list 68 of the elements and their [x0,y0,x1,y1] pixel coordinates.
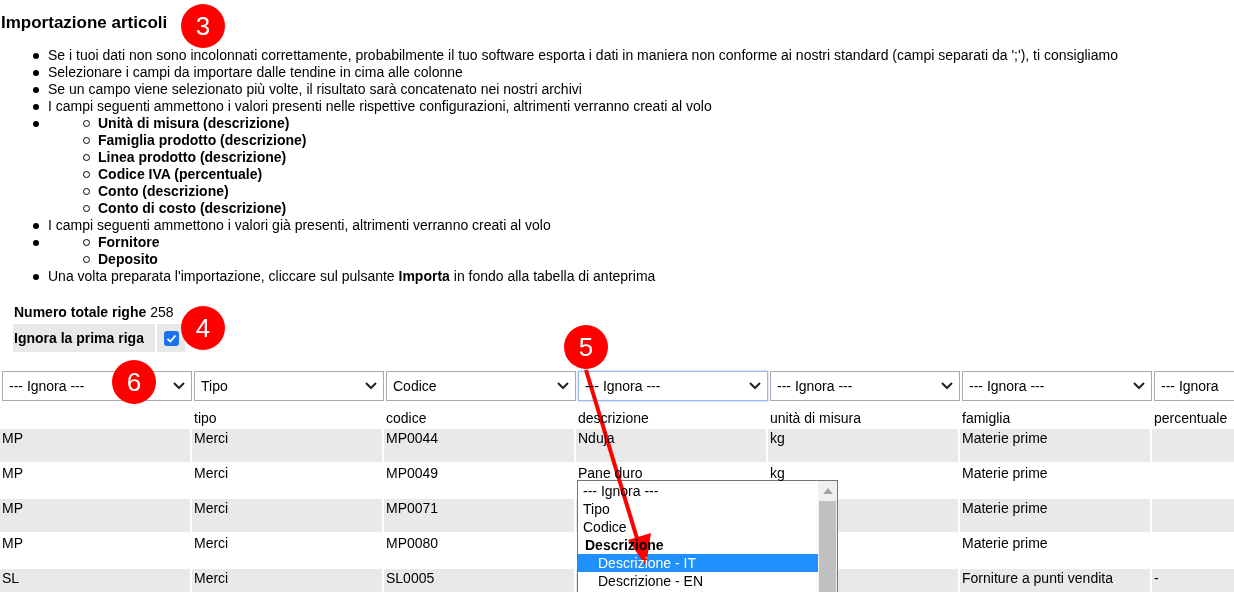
skip-first-row-checkbox[interactable] [163,330,179,346]
table-cell: Merci [192,569,382,592]
column-select[interactable]: Codice [386,371,576,401]
table-cell: MP [0,499,190,532]
bullet-icon [33,121,39,127]
annotation-marker: 6 [112,360,156,404]
table-cell: Merci [192,499,382,532]
instruction-text: I campi seguenti ammettono i valori presenti nelle rispettive configurazioni, altrimenti verranno creati al volo [48,98,712,115]
page-title: Importazione articoli [1,12,168,34]
column-select[interactable]: --- Ignora --- [962,371,1152,401]
bullet-icon [33,104,39,110]
bullet-icon [33,87,39,93]
dropdown-option[interactable]: Codice [578,518,818,536]
bullet-icon [33,274,39,280]
table-cell: MP0071 [384,499,574,532]
field-name: Deposito [98,251,158,268]
chevron-down-icon [365,382,377,390]
instruction-text: Se i tuoi dati non sono incolonnati correttamente, probabilmente il tuo software esporta i dati in maniera non conforme ai nostri standard (campi separati da ';'), ti consigliamo [48,47,1118,64]
column-header: unità di misura [769,409,863,427]
chevron-down-icon [557,382,569,390]
field-name: Fornitore [98,234,160,251]
table-cell: SL0005 [384,569,574,592]
check-icon [165,332,177,344]
chevron-down-icon [173,382,185,390]
instruction-text: Se un campo viene selezionato più volte, il risultato sarà concatenato nei nostri archivi [48,81,582,98]
annotation-marker: 4 [181,306,225,350]
total-rows-label: Numero totale righe [14,303,147,321]
field-name: Conto di costo (descrizione) [98,200,287,217]
instruction-text: I campi seguenti ammettono i valori già presenti, altrimenti verranno creati al volo [48,217,551,234]
scrollbar[interactable] [818,481,837,592]
instruction-text: Selezionare i campi da importare dalle tendine in cima alle colonne [48,64,463,81]
table-cell: Forniture a punti vendita [960,569,1150,592]
dropdown-option[interactable]: Descrizione - EN [578,572,818,590]
column-select[interactable]: --- Ignora [1154,371,1234,401]
chevron-down-icon [749,382,761,390]
table-cell: MP [0,429,190,462]
table-cell: Materie prime [960,499,1150,532]
table-cell: SL [0,569,190,592]
annotation-marker: 5 [564,325,608,369]
column-select[interactable]: --- Ignora --- [770,371,960,401]
total-rows-value: 258 [150,303,174,321]
instruction-text: Una volta preparata l'importazione, cliccare sul pulsante Importa in fondo alla tabella di anteprima [48,268,656,285]
chevron-down-icon [1133,382,1145,390]
skip-row-label: Ignora la prima riga [13,324,155,352]
dropdown-option[interactable]: Tipo [578,500,818,518]
bullet-icon [33,223,39,229]
annotation-marker: 3 [181,4,225,48]
table-cell: kg [768,429,958,462]
column-select[interactable]: Tipo [194,371,384,401]
field-name: Codice IVA (percentuale) [98,166,263,183]
column-select[interactable]: --- Ignora --- [578,371,768,401]
column-header: tipo [193,409,218,427]
scrollbar-thumb[interactable] [819,501,836,592]
field-name: Famiglia prodotto (descrizione) [98,132,307,149]
table-cell: MP0044 [384,429,574,462]
field-name: Unità di misura (descrizione) [98,115,290,132]
bullet-icon [33,240,39,246]
table-cell: - [1152,569,1234,592]
field-name: Linea prodotto (descrizione) [98,149,287,166]
bullet-icon [33,53,39,59]
field-name: Conto (descrizione) [98,183,229,200]
chevron-down-icon [941,382,953,390]
column-header: codice [385,409,428,427]
column-header: famiglia [961,409,1012,427]
table-cell: Materie prime [960,429,1150,462]
table-cell: Merci [192,429,382,462]
column-header: percentuale [1153,409,1229,427]
bullet-icon [33,70,39,76]
